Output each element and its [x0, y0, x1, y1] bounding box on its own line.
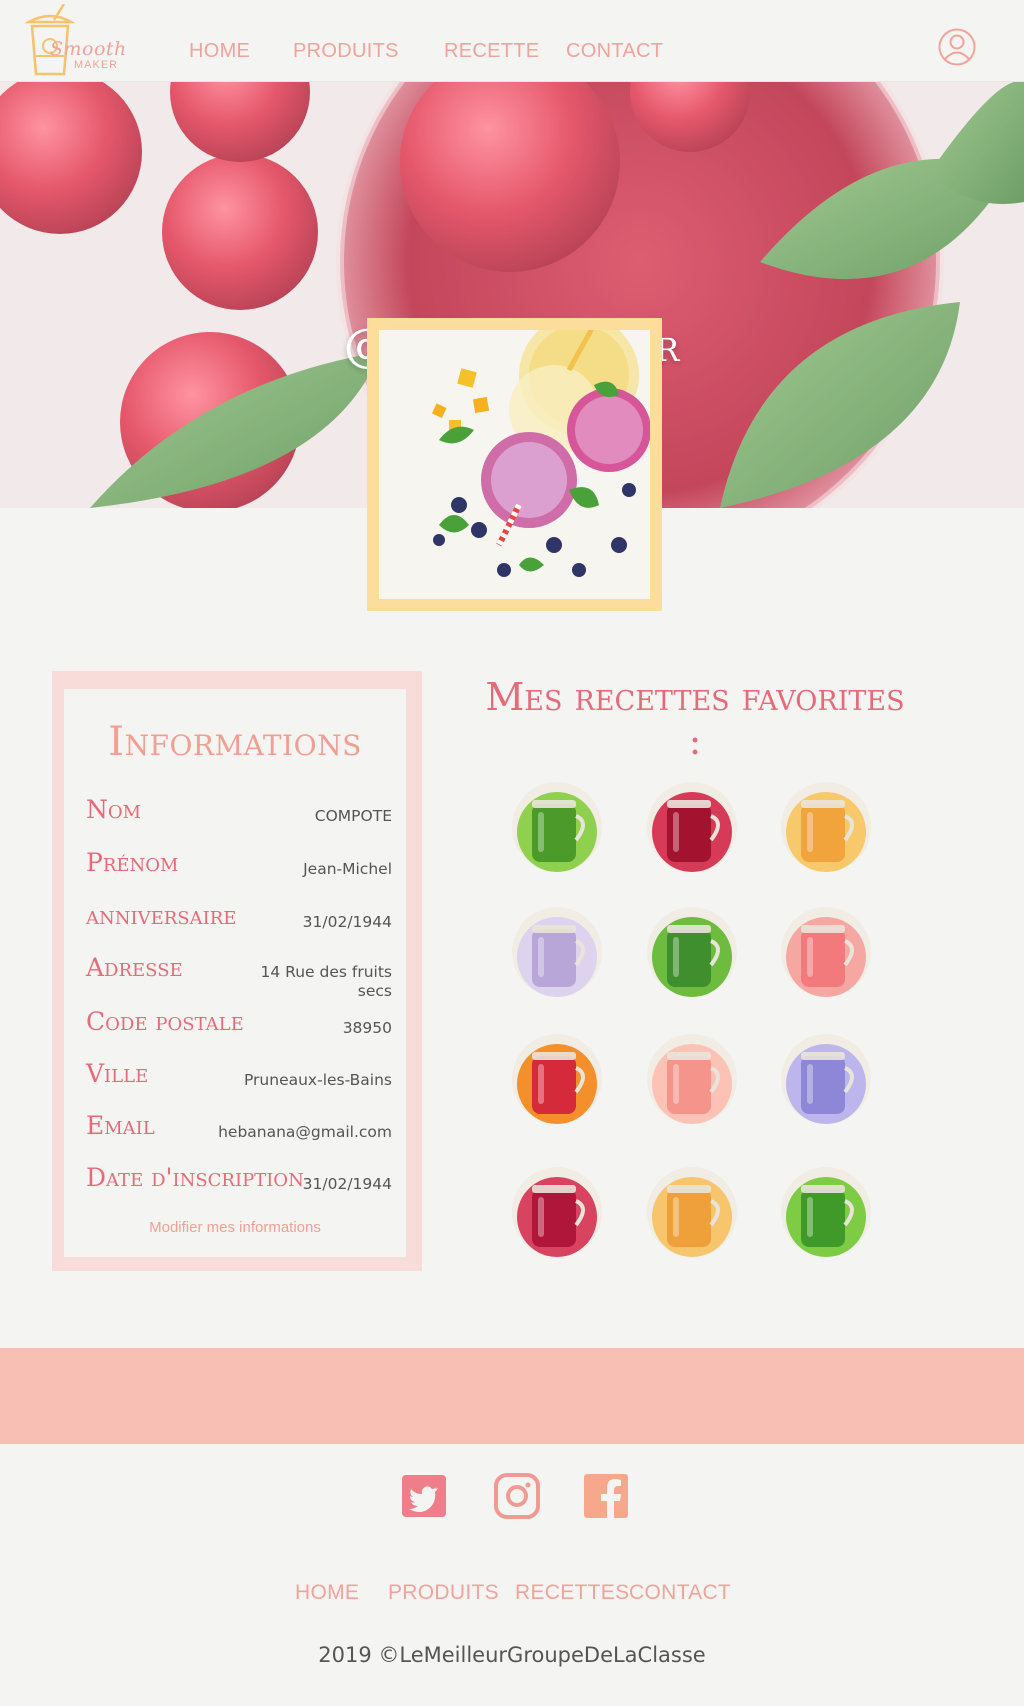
smoothie-glasses-image: [379, 330, 650, 599]
favorite-recipe-kiwi-smoothie[interactable]: [647, 907, 737, 997]
twitter-link[interactable]: [401, 1473, 447, 1519]
profile-photo[interactable]: [379, 330, 650, 599]
info-value: hebanana@gmail.com: [218, 1123, 392, 1141]
info-row-adresse: Adresse 14 Rue des fruits secs: [86, 953, 392, 1005]
info-value: COMPOTE: [314, 807, 392, 825]
info-label: Ville: [86, 1059, 149, 1088]
logo-script-text: Smooth: [50, 38, 127, 60]
favorite-recipe-red-orange-smoothie[interactable]: [512, 1034, 602, 1124]
info-row-prenom: Prénom Jean-Michel: [86, 848, 392, 888]
smoothie-jar-image: [781, 1034, 871, 1124]
smoothie-jar-image: [647, 782, 737, 872]
favorite-recipe-lavender-smoothie[interactable]: [781, 1034, 871, 1124]
smoothie-jar-image: [647, 1034, 737, 1124]
footer-produits-link[interactable]: PRODUITS: [388, 1581, 499, 1605]
info-label: Nom: [86, 795, 142, 824]
info-label: Code postale: [86, 1007, 244, 1036]
favorite-recipe-green-smoothie[interactable]: [512, 782, 602, 872]
info-label: Email: [86, 1111, 155, 1140]
instagram-link[interactable]: [494, 1473, 540, 1519]
nav-recette[interactable]: RECETTE: [444, 40, 539, 63]
nav-home[interactable]: HOME: [189, 40, 250, 63]
favorite-recipe-mango-smoothie[interactable]: [781, 782, 871, 872]
info-card: Informations Nom COMPOTE Prénom Jean-Mic…: [52, 671, 422, 1271]
info-value: Pruneaux-les-Bains: [243, 1071, 392, 1089]
info-title: Informations: [108, 719, 362, 765]
logo[interactable]: Smooth MAKER: [24, 3, 136, 78]
smoothie-jar-image: [781, 907, 871, 997]
footer-recettes-link[interactable]: RECETTES: [515, 1581, 629, 1605]
info-row-email: Email hebanana@gmail.com: [86, 1111, 392, 1151]
twitter-icon: [402, 1475, 446, 1517]
smoothie-jar-image: [647, 907, 737, 997]
smoothie-jar-image: [512, 907, 602, 997]
favorite-recipe-raspberry-smoothie[interactable]: [512, 1167, 602, 1257]
info-row-date-inscription: Date d'inscription 31/02/1944: [86, 1163, 392, 1203]
info-row-code-postale: Code postale 38950: [86, 1007, 392, 1047]
info-value: 14 Rue des fruits secs: [260, 963, 392, 1000]
navbar: Smooth MAKER HOME PRODUITS RECETTE CONTA…: [0, 0, 1024, 82]
nav-contact[interactable]: CONTACT: [566, 40, 663, 63]
user-icon: [938, 28, 976, 66]
smoothie-jar-image: [512, 1167, 602, 1257]
info-row-nom: Nom COMPOTE: [86, 795, 392, 835]
copyright: 2019 ©LeMeilleurGroupeDeLaClasse: [318, 1643, 706, 1667]
info-label: Prénom: [86, 848, 179, 877]
footer-band: [0, 1348, 1024, 1444]
profile-photo-frame: [367, 318, 662, 611]
favorite-recipe-berry-smoothie[interactable]: [647, 782, 737, 872]
favorites-title: Mes recettes favorites :: [485, 675, 905, 763]
user-account-button[interactable]: [938, 28, 976, 66]
facebook-link[interactable]: [583, 1473, 629, 1519]
info-value: 38950: [342, 1019, 392, 1037]
info-label: Adresse: [86, 953, 183, 982]
footer-home-link[interactable]: HOME: [295, 1581, 359, 1605]
favorite-recipe-blueberry-smoothie[interactable]: [512, 907, 602, 997]
facebook-icon: [584, 1474, 628, 1519]
instagram-icon: [494, 1473, 540, 1519]
favorite-recipe-grapefruit-smoothie[interactable]: [647, 1034, 737, 1124]
info-value: 31/02/1944: [302, 913, 392, 931]
smoothie-jar-image: [781, 782, 871, 872]
edit-info-link[interactable]: Modifier mes informations: [64, 1219, 406, 1236]
footer-contact-link[interactable]: CONTACT: [629, 1581, 731, 1605]
favorite-recipe-peach-smoothie[interactable]: [647, 1167, 737, 1257]
favorite-recipe-spinach-smoothie[interactable]: [781, 1167, 871, 1257]
smoothie-jar-image: [512, 782, 602, 872]
info-row-anniversaire: anniversaire 31/02/1944: [86, 901, 392, 941]
nav-produits[interactable]: PRODUITS: [293, 40, 399, 63]
logo-sub-text: MAKER: [74, 59, 119, 71]
smoothie-jar-image: [512, 1034, 602, 1124]
info-value: 31/02/1944: [302, 1175, 392, 1193]
info-row-ville: Ville Pruneaux-les-Bains: [86, 1059, 392, 1099]
smoothie-jar-image: [781, 1167, 871, 1257]
smoothie-jar-image: [647, 1167, 737, 1257]
info-card-inner: Informations Nom COMPOTE Prénom Jean-Mic…: [64, 689, 406, 1257]
info-value: Jean-Michel: [303, 860, 392, 878]
info-label: Date d'inscription: [86, 1163, 304, 1192]
favorite-recipe-watermelon-smoothie[interactable]: [781, 907, 871, 997]
info-label: anniversaire: [86, 901, 237, 930]
